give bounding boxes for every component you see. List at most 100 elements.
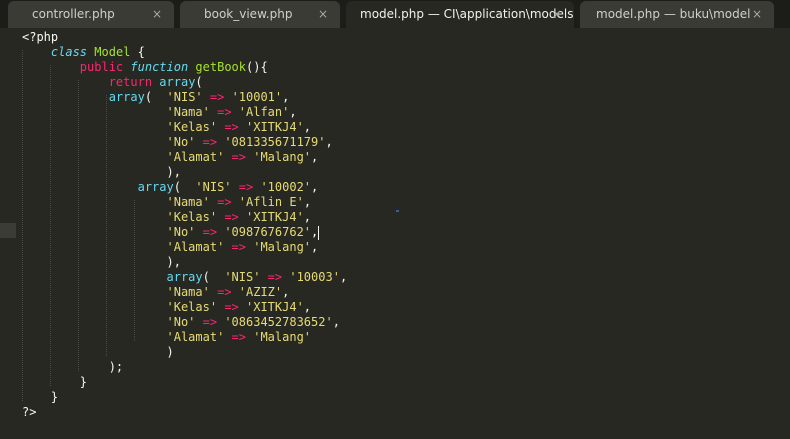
tab-bar: controller.php × book_view.php × model.p… bbox=[0, 0, 790, 28]
return-keyword: return bbox=[108, 75, 153, 89]
array-close: ), bbox=[166, 165, 181, 179]
string-value: 'AZIZ' bbox=[238, 285, 283, 299]
arrow-operator: => bbox=[224, 210, 239, 224]
string-key: 'Nama' bbox=[166, 195, 210, 209]
code-line-3: public function getBook(){ bbox=[22, 60, 268, 75]
code-line-17: array( 'NIS' => '10003', bbox=[166, 270, 348, 284]
string-value: 'Malang' bbox=[253, 150, 312, 164]
arrow-operator: => bbox=[231, 240, 246, 254]
close-icon[interactable]: × bbox=[318, 1, 328, 28]
array-close: ) bbox=[166, 345, 174, 359]
string-value: 'Malang' bbox=[253, 330, 312, 344]
code-line-14: 'No' => '0987676762', bbox=[166, 225, 320, 240]
code-line-18: 'Nama' => 'AZIZ', bbox=[166, 285, 290, 299]
tab-book-view-php[interactable]: book_view.php × bbox=[180, 1, 340, 28]
paren: ( bbox=[202, 270, 210, 284]
class-close-brace: } bbox=[50, 390, 59, 404]
paren: ( bbox=[144, 90, 153, 104]
code-line-9: 'Alamat' => 'Malang', bbox=[166, 150, 319, 164]
class-keyword: class bbox=[50, 45, 88, 59]
code-line-6: 'Nama' => 'Alfan', bbox=[166, 105, 297, 119]
string-key: 'Alamat' bbox=[166, 240, 225, 254]
string-value: 'XITKJ4' bbox=[246, 120, 304, 134]
code-line-21: 'Alamat' => 'Malang' bbox=[22, 330, 312, 345]
arrow-operator: => bbox=[231, 150, 246, 164]
php-close-tag: ?> bbox=[22, 405, 37, 419]
arrow-operator: => bbox=[231, 330, 246, 344]
close-icon[interactable]: × bbox=[152, 1, 162, 28]
stray-mark bbox=[396, 210, 399, 212]
string-key: 'No' bbox=[166, 315, 196, 329]
string-key: 'NIS' bbox=[224, 270, 261, 284]
string-value: '10003' bbox=[289, 270, 340, 284]
function-close-brace: } bbox=[79, 375, 88, 389]
string-key: 'Kelas' bbox=[166, 210, 218, 224]
string-key: 'No' bbox=[166, 225, 196, 239]
brace: { bbox=[130, 45, 145, 59]
string-key: 'Alamat' bbox=[166, 330, 225, 344]
arrow-operator: => bbox=[217, 105, 232, 119]
array-call: array bbox=[108, 90, 145, 104]
string-value: '0987676762' bbox=[224, 225, 312, 239]
string-key: 'NIS' bbox=[195, 180, 232, 194]
code-line-7: 'Kelas' => 'XITKJ4', bbox=[166, 120, 312, 134]
tab-label: model.php — buku\model bbox=[596, 7, 751, 21]
code-line-20: 'No' => '0863452783652', bbox=[166, 315, 340, 329]
string-value: 'XITKJ4' bbox=[246, 300, 304, 314]
arrow-operator: => bbox=[217, 285, 232, 299]
code-line-5: array( 'NIS' => '10001', bbox=[108, 90, 290, 104]
close-icon[interactable]: × bbox=[552, 1, 562, 28]
code-line-12: 'Nama' => 'Aflin E', bbox=[166, 195, 312, 209]
arrow-operator: => bbox=[202, 225, 218, 239]
arrow-operator: => bbox=[238, 180, 254, 194]
string-key: 'No' bbox=[166, 135, 196, 149]
string-value: 'Aflin E' bbox=[238, 195, 304, 209]
code-line-16: ), bbox=[22, 255, 181, 270]
code-line-1: <?php bbox=[22, 30, 58, 45]
arrow-operator: => bbox=[267, 270, 283, 284]
code-line-23: ); bbox=[22, 360, 123, 375]
code-line-13: 'Kelas' => 'XITKJ4', bbox=[166, 210, 312, 224]
string-key: 'Kelas' bbox=[166, 300, 218, 314]
array-close: ), bbox=[166, 255, 181, 269]
string-value: '081335671179' bbox=[224, 135, 326, 149]
arrow-operator: => bbox=[209, 90, 225, 104]
code-line-11: array( 'NIS' => '10002', bbox=[137, 180, 319, 194]
code-editor[interactable]: <?php class Model { public function getB… bbox=[0, 28, 790, 439]
paren: ( bbox=[195, 75, 203, 89]
code-line-10: ), bbox=[22, 165, 181, 180]
arrow-operator: => bbox=[224, 300, 239, 314]
function-name: getBook bbox=[195, 60, 246, 74]
tab-label: controller.php bbox=[32, 7, 115, 21]
function-keyword: function bbox=[130, 60, 189, 74]
string-key: 'Nama' bbox=[166, 105, 210, 119]
tab-label: model.php — CI\application\models bbox=[360, 7, 574, 21]
close-icon[interactable]: × bbox=[752, 1, 762, 28]
function-parens: (){ bbox=[246, 60, 268, 74]
code-line-15: 'Alamat' => 'Malang', bbox=[166, 240, 319, 254]
string-value: 'XITKJ4' bbox=[246, 210, 304, 224]
code-line-2: class Model { bbox=[22, 45, 145, 60]
string-value: '10001' bbox=[231, 90, 283, 104]
string-value: '0863452783652' bbox=[224, 315, 333, 329]
code-line-26: ?> bbox=[22, 405, 36, 420]
php-open-tag: <?php bbox=[22, 30, 59, 44]
string-key: 'Kelas' bbox=[166, 120, 218, 134]
string-value: 'Malang' bbox=[253, 240, 312, 254]
arrow-operator: => bbox=[217, 195, 232, 209]
string-key: 'Alamat' bbox=[166, 150, 225, 164]
tab-controller-php[interactable]: controller.php × bbox=[8, 1, 174, 28]
arrow-operator: => bbox=[202, 135, 218, 149]
code-line-4: return array( bbox=[22, 75, 203, 90]
tab-model-php-ci[interactable]: model.php — CI\application\models × bbox=[346, 1, 574, 28]
tab-label: book_view.php bbox=[204, 7, 293, 21]
string-key: 'NIS' bbox=[166, 90, 203, 104]
current-line-highlight bbox=[0, 223, 16, 238]
code-line-25: } bbox=[22, 390, 58, 405]
code-line-22: ) bbox=[22, 345, 174, 360]
public-keyword: public bbox=[79, 60, 124, 74]
code-line-19: 'Kelas' => 'XITKJ4', bbox=[166, 300, 312, 314]
tab-model-php-buku[interactable]: model.php — buku\model × bbox=[580, 1, 774, 28]
class-name: Model bbox=[94, 45, 131, 59]
paren: ( bbox=[173, 180, 181, 194]
